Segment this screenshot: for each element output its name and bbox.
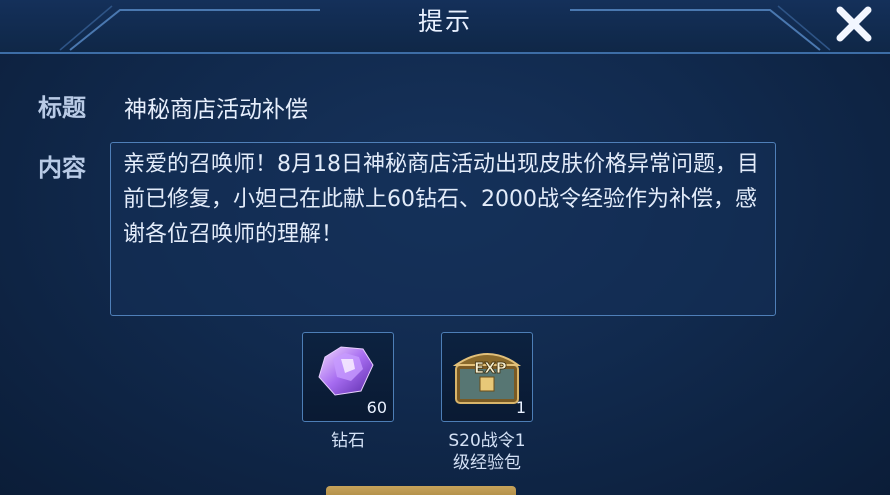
exp-chest-icon: EXP (452, 353, 522, 404)
close-icon[interactable] (832, 2, 876, 46)
reward-name-exp-pack: S20战令1 级经验包 (448, 431, 526, 473)
svg-text:EXP: EXP (474, 359, 507, 377)
reward-name-diamond: 钻石 (331, 431, 365, 451)
content-label: 内容 (38, 154, 86, 182)
content-textbox: 亲爱的召唤师！8月18日神秘商店活动出现皮肤价格异常问题，目前已修复，小妲己在此… (110, 142, 776, 316)
title-label: 标题 (38, 94, 86, 122)
reward-item-diamond[interactable]: 60 (302, 332, 394, 422)
close-button[interactable] (832, 2, 876, 46)
title-value: 神秘商店活动补偿 (124, 97, 308, 123)
dialog-header: 提示 (0, 0, 890, 54)
reward-item-exp-pack[interactable]: EXP 1 (441, 332, 533, 422)
dialog-title: 提示 (417, 7, 472, 36)
reward-count: 1 (515, 398, 526, 417)
diamond-icon (318, 346, 374, 396)
confirm-button[interactable] (326, 486, 516, 495)
notice-dialog: 提示 标题 神秘商店活动补偿 内容 亲爱的召唤师！8月18日神秘商店活动出现皮肤… (0, 0, 890, 495)
reward-count: 60 (366, 398, 387, 417)
content-text: 亲爱的召唤师！8月18日神秘商店活动出现皮肤价格异常问题，目前已修复，小妲己在此… (123, 152, 759, 247)
